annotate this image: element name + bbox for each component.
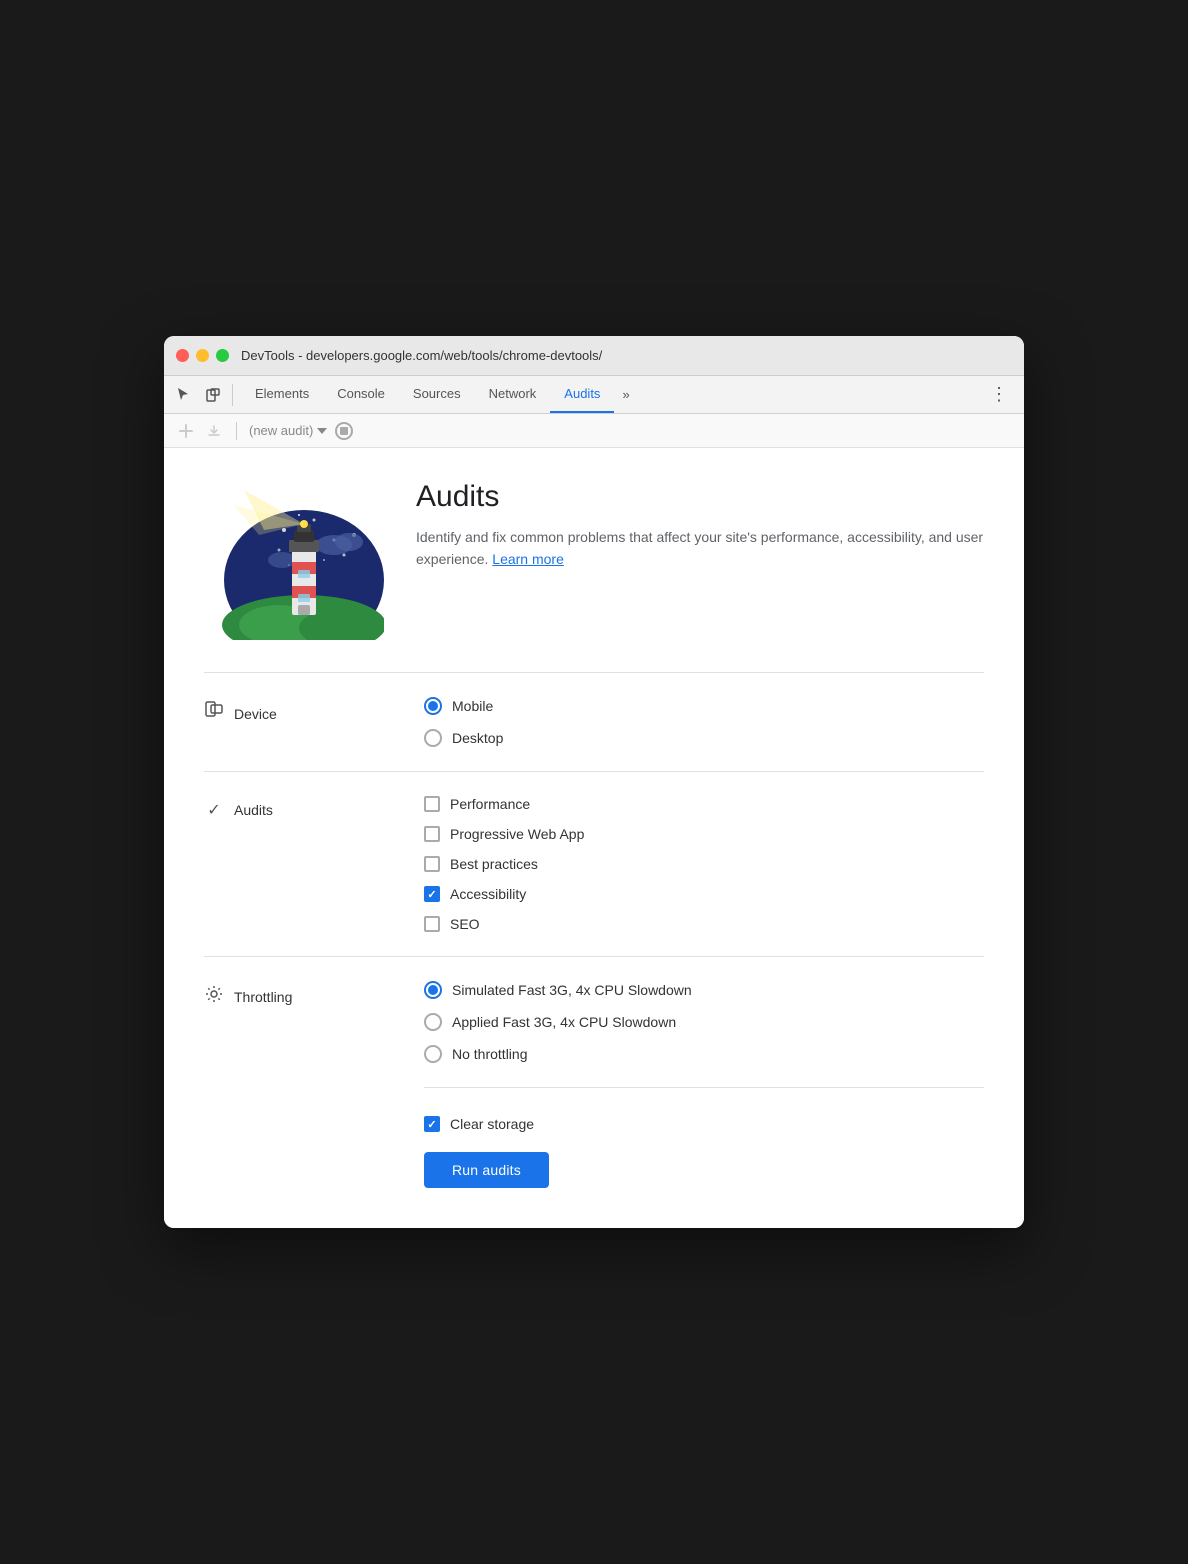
clear-storage-check: ✓ — [427, 1118, 436, 1131]
main-content: Audits Identify and fix common problems … — [164, 448, 1024, 1228]
add-audit-button[interactable] — [176, 421, 196, 441]
more-tabs-button[interactable]: » — [614, 376, 637, 413]
clear-storage-checkbox[interactable]: ✓ — [424, 1116, 440, 1132]
nav-icons — [172, 384, 233, 406]
accessibility-option[interactable]: ✓ Accessibility — [424, 886, 984, 902]
desktop-radio[interactable] — [424, 729, 442, 747]
device-desktop-option[interactable]: Desktop — [424, 729, 984, 747]
device-icon — [204, 701, 224, 726]
performance-option[interactable]: Performance — [424, 796, 984, 812]
toolbar-separator — [236, 422, 237, 440]
device-options: Mobile Desktop — [424, 697, 984, 747]
tab-elements[interactable]: Elements — [241, 376, 323, 413]
device-mobile-option[interactable]: Mobile — [424, 697, 984, 715]
accessibility-checkbox[interactable]: ✓ — [424, 886, 440, 902]
simulated-fast-3g-radio[interactable] — [424, 981, 442, 999]
no-throttling-radio[interactable] — [424, 1045, 442, 1063]
device-toggle-icon[interactable] — [202, 384, 224, 406]
simulated-fast-3g-fill — [428, 985, 438, 995]
cursor-icon[interactable] — [172, 384, 194, 406]
audits-section: ✓ Audits Performance Progressive Web App… — [204, 771, 984, 956]
seo-checkbox[interactable] — [424, 916, 440, 932]
throttling-options: Simulated Fast 3G, 4x CPU Slowdown Appli… — [424, 981, 984, 1063]
devtools-window: DevTools - developers.google.com/web/too… — [164, 336, 1024, 1228]
checkmark-icon: ✓ — [204, 800, 224, 820]
performance-checkbox[interactable] — [424, 796, 440, 812]
pwa-checkbox[interactable] — [424, 826, 440, 842]
mobile-radio[interactable] — [424, 697, 442, 715]
maximize-button[interactable] — [216, 349, 229, 362]
throttling-label: Throttling — [204, 981, 424, 1008]
no-throttling-option[interactable]: No throttling — [424, 1045, 984, 1063]
run-audits-button[interactable]: Run audits — [424, 1152, 549, 1188]
audits-options: Performance Progressive Web App Best pra… — [424, 796, 984, 932]
hero-description: Identify and fix common problems that af… — [416, 526, 984, 571]
window-title: DevTools - developers.google.com/web/too… — [241, 348, 602, 363]
audits-label: ✓ Audits — [204, 796, 424, 820]
tab-audits[interactable]: Audits — [550, 376, 614, 413]
stop-icon — [340, 427, 348, 435]
best-practices-option[interactable]: Best practices — [424, 856, 984, 872]
seo-option[interactable]: SEO — [424, 916, 984, 932]
throttling-section: Throttling Simulated Fast 3G, 4x CPU Slo… — [204, 956, 984, 1087]
hero-text: Audits Identify and fix common problems … — [416, 480, 984, 571]
devtools-menu-button[interactable]: ⋮ — [982, 384, 1016, 405]
best-practices-checkbox[interactable] — [424, 856, 440, 872]
audit-select[interactable]: (new audit) — [249, 423, 327, 438]
tab-console[interactable]: Console — [323, 376, 399, 413]
minimize-button[interactable] — [196, 349, 209, 362]
tab-sources[interactable]: Sources — [399, 376, 475, 413]
devtools-nav: Elements Console Sources Network Audits … — [164, 376, 1024, 414]
audits-toolbar: (new audit) — [164, 414, 1024, 448]
audit-select-value: (new audit) — [249, 423, 313, 438]
close-button[interactable] — [176, 349, 189, 362]
accessibility-check: ✓ — [427, 888, 436, 901]
tab-network[interactable]: Network — [475, 376, 551, 413]
learn-more-link[interactable]: Learn more — [492, 551, 564, 567]
clear-storage-option[interactable]: ✓ Clear storage — [424, 1116, 534, 1132]
title-bar: DevTools - developers.google.com/web/too… — [164, 336, 1024, 376]
hero-section: Audits Identify and fix common problems … — [204, 480, 984, 640]
settings-icon — [204, 985, 224, 1008]
hero-title: Audits — [416, 480, 984, 514]
pwa-option[interactable]: Progressive Web App — [424, 826, 984, 842]
run-section: ✓ Clear storage Run audits — [424, 1087, 984, 1188]
device-section: Device Mobile Desktop — [204, 672, 984, 771]
nav-tabs: Elements Console Sources Network Audits … — [241, 376, 638, 413]
download-audit-button[interactable] — [204, 421, 224, 441]
applied-fast-3g-option[interactable]: Applied Fast 3G, 4x CPU Slowdown — [424, 1013, 984, 1031]
stop-button[interactable] — [335, 422, 353, 440]
traffic-lights — [176, 349, 229, 362]
simulated-fast-3g-option[interactable]: Simulated Fast 3G, 4x CPU Slowdown — [424, 981, 984, 999]
lighthouse-illustration — [204, 480, 384, 640]
device-label: Device — [204, 697, 424, 726]
mobile-radio-fill — [428, 701, 438, 711]
applied-fast-3g-radio[interactable] — [424, 1013, 442, 1031]
